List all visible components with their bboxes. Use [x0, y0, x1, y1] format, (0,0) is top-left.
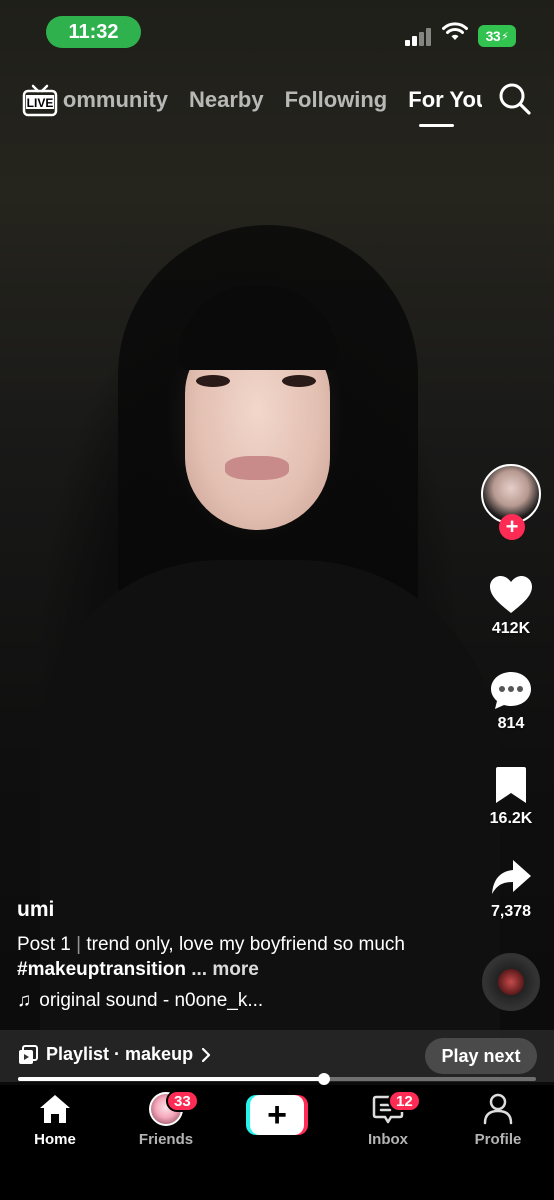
plus-icon: +	[505, 514, 519, 539]
music-note-icon: ♫	[17, 990, 32, 1011]
creator-avatar-container[interactable]: +	[481, 464, 541, 540]
share-button[interactable]: 7,378	[478, 858, 544, 921]
video-subject-eye	[196, 375, 230, 387]
comment-count: 814	[497, 715, 525, 732]
plus-icon: +	[250, 1095, 304, 1135]
chevron-right-icon	[201, 1047, 211, 1062]
favorite-count: 16.2K	[489, 810, 533, 827]
comment-button[interactable]: 814	[478, 670, 544, 733]
friends-badge: 33	[166, 1090, 199, 1112]
creator-username[interactable]: umi	[17, 898, 467, 922]
sound-link[interactable]: ♫ original sound - n0one_k...	[17, 990, 467, 1012]
nav-home-label: Home	[34, 1131, 76, 1148]
playlist-bar: Playlist · makeup Play next	[0, 1030, 554, 1082]
battery-indicator: 33 ⚡	[478, 25, 516, 47]
video-subject-lips	[225, 456, 289, 480]
playlist-title: Playlist · makeup	[46, 1044, 194, 1064]
home-icon	[40, 1095, 70, 1123]
active-tab-indicator	[419, 124, 454, 127]
nav-profile-label: Profile	[474, 1131, 522, 1148]
video-progress-bar[interactable]	[18, 1073, 536, 1085]
top-navigation: LIVE Community Nearby Following For You	[0, 70, 554, 130]
hashtag-link[interactable]: #makeuptransition	[17, 959, 186, 980]
bookmark-icon	[496, 767, 526, 803]
profile-icon	[483, 1093, 513, 1125]
like-count: 412K	[491, 620, 531, 637]
tab-community[interactable]: Community	[62, 87, 168, 113]
caption-text: trend only, love my boyfriend so much	[86, 934, 405, 955]
nav-friends-label: Friends	[138, 1131, 194, 1148]
tab-following[interactable]: Following	[285, 87, 388, 113]
bottom-navigation: Home 33 Friends + 12 Inbox Profile	[0, 1085, 554, 1200]
share-arrow-icon	[492, 860, 531, 894]
nav-home[interactable]: Home	[15, 1090, 95, 1148]
post-description[interactable]: Post 1 | trend only, love my boyfriend s…	[17, 932, 467, 982]
battery-level: 33	[485, 28, 501, 44]
post-caption: umi Post 1 | trend only, love my boyfrie…	[17, 898, 467, 1012]
caption-prefix: Post 1	[17, 934, 71, 955]
nav-inbox[interactable]: 12 Inbox	[348, 1090, 428, 1148]
charging-bolt-icon: ⚡	[501, 30, 509, 43]
status-time: 11:32	[46, 16, 141, 48]
nav-inbox-label: Inbox	[368, 1131, 408, 1148]
svg-text:LIVE: LIVE	[27, 96, 54, 110]
inbox-badge: 12	[388, 1090, 421, 1112]
comment-icon	[491, 672, 531, 709]
nav-friends[interactable]: 33 Friends	[126, 1090, 206, 1148]
more-link[interactable]: ... more	[191, 959, 259, 980]
wifi-icon	[442, 22, 468, 40]
heart-icon	[490, 576, 532, 613]
tab-nearby[interactable]: Nearby	[189, 87, 264, 113]
live-tv-icon[interactable]: LIVE	[22, 82, 58, 118]
favorite-button[interactable]: 16.2K	[478, 765, 544, 828]
nav-profile[interactable]: Profile	[458, 1090, 538, 1148]
search-icon[interactable]	[498, 82, 532, 116]
video-progress-fill	[18, 1077, 324, 1081]
cellular-signal-icon	[405, 26, 435, 46]
share-count: 7,378	[490, 903, 532, 920]
playlist-link[interactable]: Playlist · makeup	[18, 1044, 211, 1065]
status-bar: 11:32 33 ⚡	[0, 0, 554, 60]
video-progress-thumb[interactable]	[317, 1073, 330, 1085]
playlist-icon	[19, 1044, 38, 1064]
video-subject-eye	[282, 375, 316, 387]
tab-for-you[interactable]: For You	[408, 87, 482, 113]
create-button[interactable]: +	[246, 1095, 308, 1135]
play-next-button[interactable]: Play next	[425, 1038, 537, 1074]
sound-title: original sound - n0one_k...	[39, 990, 264, 1011]
like-button[interactable]: 412K	[478, 575, 544, 638]
follow-button[interactable]: +	[499, 514, 525, 540]
sound-disc[interactable]	[482, 953, 540, 1011]
feed-tabs: Community Nearby Following For You	[62, 85, 482, 115]
caption-separator: |	[76, 934, 82, 955]
